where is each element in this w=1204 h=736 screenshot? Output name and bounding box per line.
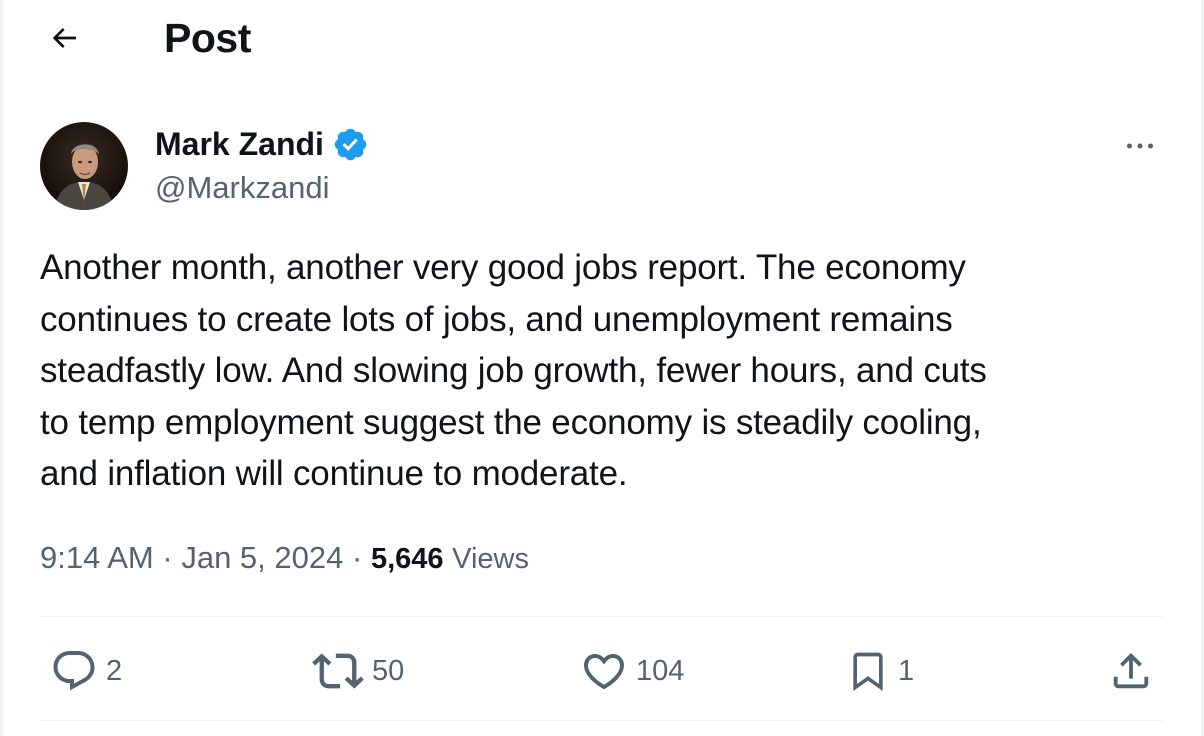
more-button[interactable] [1118,126,1162,166]
left-border [0,0,3,736]
repost-icon [312,653,364,689]
avatar[interactable] [40,122,128,210]
divider [40,616,1164,617]
arrow-left-icon [52,28,76,48]
repost-count: 50 [372,655,405,687]
reply-button[interactable]: 2 [50,644,122,698]
tweet-date[interactable]: Jan 5, 2024 [181,540,343,575]
reply-icon [53,651,95,691]
reply-count: 2 [106,655,123,687]
tweet-time[interactable]: 9:14 AM [40,540,154,575]
share-button[interactable] [1108,644,1154,698]
page-title: Post [164,15,251,61]
avatar-image [40,122,128,210]
tweet-text: Another month, another very good jobs re… [40,248,987,493]
bookmark-count: 1 [898,655,915,687]
repost-button[interactable]: 50 [312,644,404,698]
heart-icon [583,654,625,690]
author-name[interactable]: Mark Zandi [155,124,369,164]
meta-separator: · [162,540,173,575]
divider [40,720,1164,721]
views-label: Views [452,543,529,575]
page-header: Post [0,0,1204,80]
views-count: 5,646 [370,543,444,575]
verified-badge-icon[interactable] [332,126,369,163]
like-button[interactable]: 104 [580,644,684,698]
share-icon [1113,652,1149,689]
back-button[interactable] [40,16,88,60]
tweet-meta: 9:14 AM · Jan 5, 2024 · 5,646 Views [40,534,529,583]
like-count: 104 [636,655,685,687]
meta-separator: · [351,540,363,575]
bookmark-icon [853,652,883,692]
more-horizontal-icon [1126,143,1154,149]
bookmark-button[interactable]: 1 [846,644,914,698]
author-handle[interactable]: @Markzandi [155,168,329,208]
author-name-text: Mark Zandi [155,126,324,162]
